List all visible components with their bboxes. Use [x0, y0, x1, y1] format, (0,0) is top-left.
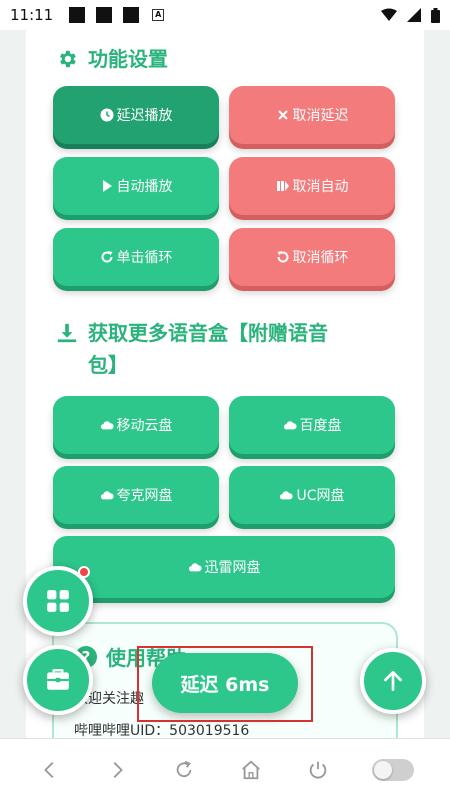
refresh-icon	[176, 760, 191, 777]
button-label: 单击循环	[116, 250, 173, 266]
toolbox-button[interactable]	[23, 645, 93, 715]
cancel-delay-button[interactable]: 取消延迟	[229, 86, 395, 144]
quark-pan-button[interactable]: 夸克网盘	[53, 466, 219, 524]
chevron-right-icon	[113, 761, 123, 778]
power-icon	[309, 761, 326, 778]
play-icon	[102, 180, 112, 192]
cancel-auto-button[interactable]: 取消自动	[229, 157, 395, 215]
button-label: 取消延迟	[292, 108, 349, 124]
button-label: 夸克网盘	[116, 488, 173, 504]
forward-button[interactable]	[104, 757, 130, 783]
button-label: 取消循环	[292, 250, 349, 266]
download-icon	[57, 323, 77, 343]
content-panel[interactable]: 功能设置 延迟播放 取消延迟 自动播放 取消自动 单击循环 取消循环 获取更多语…	[26, 30, 424, 738]
night-mode-toggle[interactable]	[371, 758, 414, 781]
baidu-pan-button[interactable]: 百度盘	[229, 396, 395, 454]
status-time: 11:11	[10, 6, 54, 24]
button-label: 延迟播放	[116, 108, 173, 124]
bottom-navigation-bar	[0, 738, 450, 800]
signal-icon	[407, 8, 421, 22]
cloud-icon	[100, 421, 114, 430]
section-title-function-settings: 功能设置	[56, 43, 168, 75]
button-label: 取消自动	[292, 179, 349, 195]
refresh-button[interactable]	[171, 757, 197, 783]
notification-badge	[78, 566, 90, 578]
power-button[interactable]	[305, 757, 331, 783]
home-button[interactable]	[238, 757, 264, 783]
status-bar: 11:11 A	[0, 0, 450, 30]
button-label: 自动播放	[116, 179, 173, 195]
chevron-left-icon	[43, 761, 53, 778]
notification-icon	[123, 7, 140, 23]
uc-pan-button[interactable]: UC网盘	[229, 466, 395, 524]
toolbox-icon	[47, 669, 69, 690]
gear-icon	[60, 50, 76, 68]
cloud-icon	[283, 421, 297, 430]
button-label: 百度盘	[299, 418, 342, 434]
cloud-icon	[280, 491, 294, 500]
clock-icon	[100, 108, 113, 122]
arrow-up-icon	[384, 670, 402, 692]
redo-icon	[101, 251, 113, 263]
home-icon	[241, 760, 260, 779]
notification-icon	[69, 7, 86, 23]
close-icon	[277, 110, 288, 120]
back-button[interactable]	[37, 757, 63, 783]
notification-icon	[96, 7, 113, 23]
section-title-get-voice: 获取更多语音盒【附赠语音 包】	[56, 317, 396, 381]
xunlei-pan-button[interactable]: 迅雷网盘	[53, 536, 395, 598]
auto-play-button[interactable]: 自动播放	[53, 157, 219, 215]
grid-icon	[47, 590, 69, 612]
cloud-icon	[100, 491, 114, 500]
wifi-icon	[381, 8, 397, 21]
stop-play-icon	[276, 181, 289, 191]
page-margin-right	[424, 30, 450, 738]
undo-icon	[276, 251, 288, 263]
scroll-top-button[interactable]	[360, 648, 426, 714]
button-label: 迅雷网盘	[204, 560, 261, 576]
mobile-cloud-button[interactable]: 移动云盘	[53, 396, 219, 454]
button-label: UC网盘	[296, 488, 345, 504]
page-margin-left	[0, 30, 26, 738]
cloud-icon	[188, 563, 202, 572]
section-title-text: 功能设置	[88, 47, 168, 71]
section-title-line2: 包】	[88, 353, 128, 377]
button-label: 移动云盘	[116, 418, 173, 434]
cancel-loop-button[interactable]: 取消循环	[229, 228, 395, 286]
delay-play-button[interactable]: 延迟播放	[53, 86, 219, 144]
section-title-line1: 获取更多语音盒【附赠语音	[88, 321, 328, 345]
notification-a-icon: A	[152, 9, 165, 21]
battery-icon	[431, 7, 440, 23]
help-text-uid: 哔哩哔哩UID：503019516	[74, 723, 250, 738]
highlight-frame	[137, 646, 313, 722]
single-loop-button[interactable]: 单击循环	[53, 228, 219, 286]
